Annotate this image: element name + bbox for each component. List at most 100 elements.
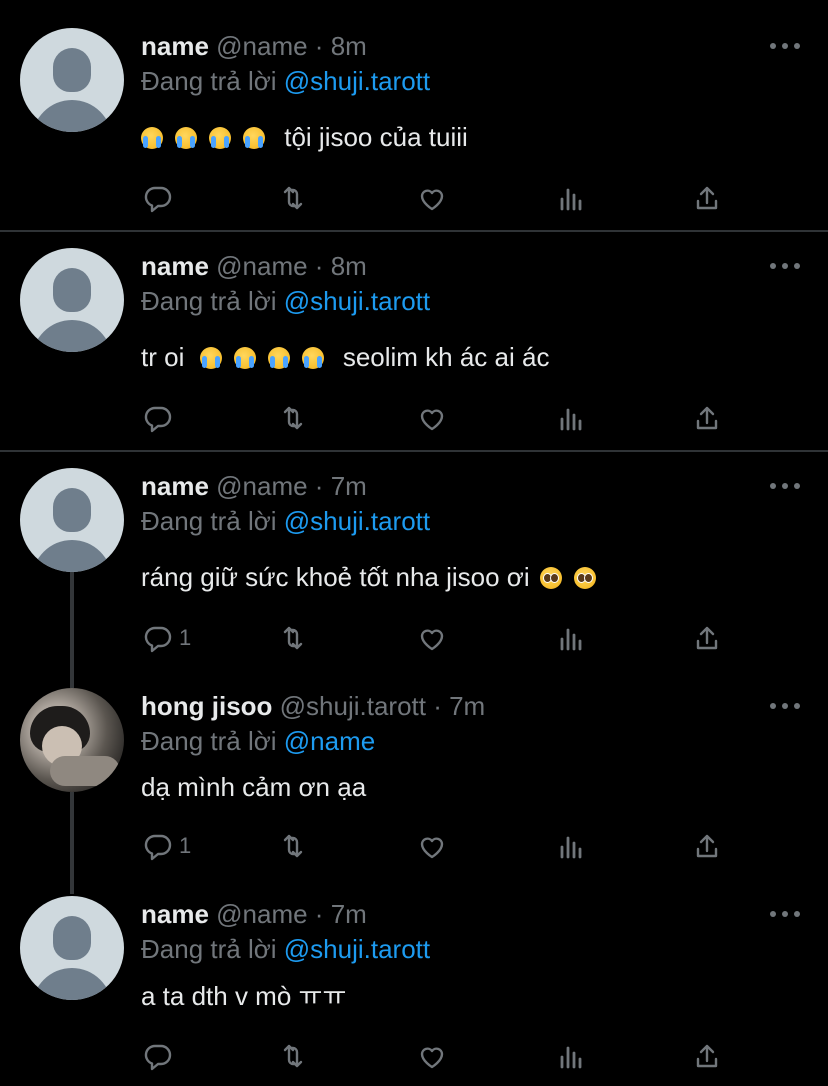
tweet[interactable]: name @name · 7m Đang trả lời @shuji.taro… xyxy=(0,452,828,672)
action-bar xyxy=(141,1036,741,1076)
share-button[interactable] xyxy=(690,178,724,218)
avatar[interactable] xyxy=(20,896,124,1000)
retweet-button[interactable] xyxy=(277,618,311,658)
display-name[interactable]: name xyxy=(141,899,209,929)
tweet-header: name @name · 7m xyxy=(141,466,367,506)
reply-button[interactable]: 1 xyxy=(141,618,191,658)
reply-icon xyxy=(144,1044,172,1071)
retweet-button[interactable] xyxy=(277,1036,311,1076)
share-icon xyxy=(696,834,718,858)
handle-time: @name · 8m xyxy=(216,251,367,281)
more-icon[interactable] xyxy=(770,246,800,286)
like-icon xyxy=(420,837,444,859)
retweet-icon xyxy=(283,834,303,858)
tweet[interactable]: name @name · 8m Đang trả lời @shuji.taro… xyxy=(0,0,828,230)
analytics-button[interactable] xyxy=(553,618,587,658)
more-icon[interactable] xyxy=(770,26,800,66)
share-button[interactable] xyxy=(690,618,724,658)
replying-to-handle[interactable]: @name xyxy=(284,726,375,756)
like-button[interactable] xyxy=(415,1036,449,1076)
tweet[interactable]: name @name · 8m Đang trả lời @shuji.taro… xyxy=(0,232,828,450)
loudly-crying-emoji xyxy=(199,347,222,369)
action-bar xyxy=(141,178,741,218)
more-icon[interactable] xyxy=(770,466,800,506)
reply-icon xyxy=(144,834,172,861)
handle-time: @shuji.tarott · 7m xyxy=(279,691,486,721)
retweet-button[interactable] xyxy=(277,398,311,438)
analytics-icon xyxy=(560,1046,582,1069)
retweet-icon xyxy=(283,1044,303,1068)
analytics-button[interactable] xyxy=(553,826,587,866)
more-icon[interactable] xyxy=(770,894,800,934)
display-name[interactable]: name xyxy=(141,471,209,501)
replying-to-handle[interactable]: @shuji.tarott xyxy=(284,506,430,536)
analytics-icon xyxy=(560,836,582,859)
like-icon xyxy=(420,1047,444,1069)
analytics-button[interactable] xyxy=(553,178,587,218)
handle-time: @name · 7m xyxy=(216,899,367,929)
analytics-button[interactable] xyxy=(553,1036,587,1076)
reply-button[interactable] xyxy=(141,398,179,438)
replying-to: Đang trả lời @shuji.tarott xyxy=(141,66,431,96)
share-button[interactable] xyxy=(690,826,724,866)
action-bar xyxy=(141,398,741,438)
tweet-text: tội jisoo của tuiii xyxy=(141,117,468,157)
handle-time: @name · 8m xyxy=(216,31,367,61)
like-button[interactable] xyxy=(415,398,449,438)
display-name[interactable]: name xyxy=(141,31,209,61)
display-name[interactable]: name xyxy=(141,251,209,281)
retweet-button[interactable] xyxy=(277,178,311,218)
avatar[interactable] xyxy=(20,468,124,572)
reply-button[interactable] xyxy=(141,178,179,218)
share-icon xyxy=(696,186,718,210)
analytics-icon xyxy=(560,628,582,651)
like-button[interactable] xyxy=(415,826,449,866)
share-button[interactable] xyxy=(690,398,724,438)
share-icon xyxy=(696,1044,718,1068)
reply-icon xyxy=(144,186,172,213)
avatar[interactable] xyxy=(20,248,124,352)
tweet-header: name @name · 8m xyxy=(141,26,367,66)
replying-to-handle[interactable]: @shuji.tarott xyxy=(284,286,430,316)
loudly-crying-emoji xyxy=(233,347,256,369)
like-button[interactable] xyxy=(415,178,449,218)
retweet-button[interactable] xyxy=(277,826,311,866)
avatar-photo[interactable] xyxy=(20,688,124,792)
handle-time: @name · 7m xyxy=(216,471,367,501)
retweet-icon xyxy=(283,186,303,210)
action-bar: 1 xyxy=(141,618,741,658)
tweet[interactable]: hong jisoo @shuji.tarott · 7m Đang trả l… xyxy=(0,672,828,882)
tweet[interactable]: name @name · 7m Đang trả lời @shuji.taro… xyxy=(0,882,828,1086)
replying-to-handle[interactable]: @shuji.tarott xyxy=(284,934,430,964)
reply-button[interactable]: 1 xyxy=(141,826,191,866)
more-icon[interactable] xyxy=(770,686,800,726)
tweet-text: ráng giữ sức khoẻ tốt nha jisoo ơi xyxy=(141,557,608,597)
loudly-crying-emoji xyxy=(243,127,265,149)
reply-icon xyxy=(144,406,172,433)
replying-to: Đang trả lời @name xyxy=(141,726,376,756)
like-icon xyxy=(420,409,444,431)
analytics-button[interactable] xyxy=(553,398,587,438)
tweet-text: a ta dth v mò ㅠㅠ xyxy=(141,981,347,1011)
replying-to-handle[interactable]: @shuji.tarott xyxy=(284,66,430,96)
like-icon xyxy=(420,189,444,211)
share-icon xyxy=(696,626,718,650)
avatar[interactable] xyxy=(20,28,124,132)
share-button[interactable] xyxy=(690,1036,724,1076)
pleading-face-emoji xyxy=(539,567,562,589)
analytics-icon xyxy=(560,188,582,211)
replying-to: Đang trả lời @shuji.tarott xyxy=(141,286,431,316)
reply-count: 1 xyxy=(179,625,192,650)
reply-button[interactable] xyxy=(141,1036,179,1076)
replying-to: Đang trả lời @shuji.tarott xyxy=(141,934,431,964)
share-icon xyxy=(696,406,718,430)
loudly-crying-emoji xyxy=(175,127,197,149)
tweet-header: hong jisoo @shuji.tarott · 7m xyxy=(141,686,485,726)
tweet-header: name @name · 8m xyxy=(141,246,367,286)
analytics-icon xyxy=(560,408,582,431)
pleading-face-emoji xyxy=(573,567,596,589)
tweet-text: dạ mình cảm ơn ạa xyxy=(141,772,367,802)
like-button[interactable] xyxy=(415,618,449,658)
like-icon xyxy=(420,629,444,651)
display-name[interactable]: hong jisoo xyxy=(141,691,272,721)
